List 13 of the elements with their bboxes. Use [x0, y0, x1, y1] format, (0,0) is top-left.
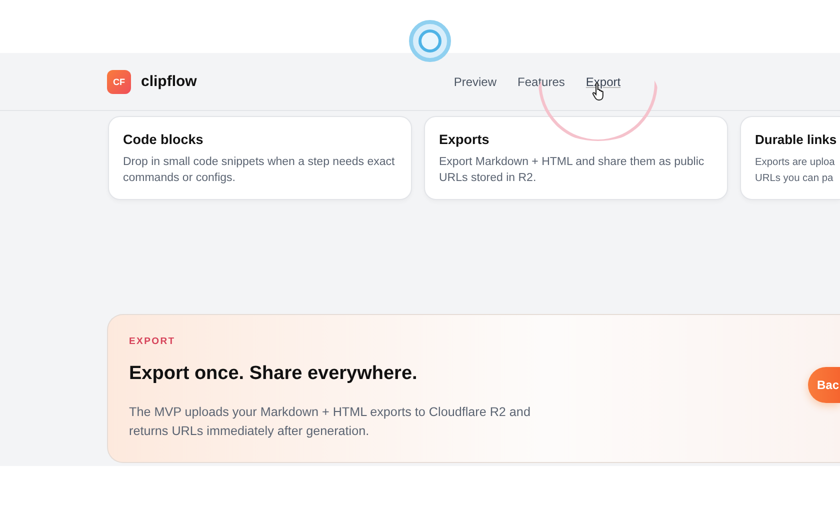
card-description: Export Markdown + HTML and share them as public URLs stored in R2. — [439, 155, 706, 186]
card-title: Exports — [439, 132, 490, 147]
section-label: EXPORT — [129, 336, 176, 347]
nav-link[interactable]: Preview — [454, 74, 497, 88]
card-title: Durable links — [755, 132, 838, 147]
banner-description: The MVP uploads your Markdown + HTML exports to Cloudflare R2 and returns URLs immediately after generation. — [129, 404, 532, 440]
brand-name[interactable]: clipflow — [141, 73, 197, 90]
card-title: Code blocks — [123, 132, 204, 147]
card-description: Exports are uploa URLs you can pa — [755, 156, 836, 186]
banner-heading: Export once. Share everywhere. — [129, 363, 418, 385]
nav-link[interactable]: Features — [518, 74, 565, 88]
nav-link[interactable]: Export — [586, 74, 621, 88]
card-description: Drop in small code snippets when a step needs exact commands or configs. — [123, 155, 396, 186]
